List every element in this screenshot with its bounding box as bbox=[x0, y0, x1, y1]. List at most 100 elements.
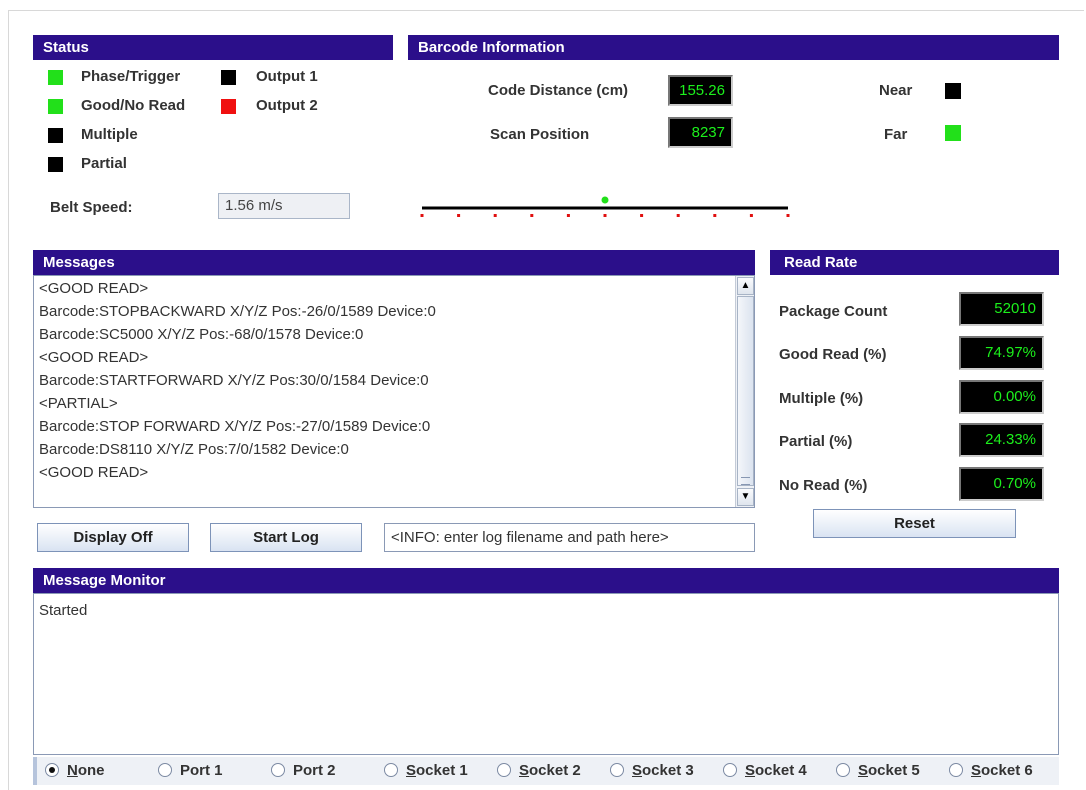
scan-track-tick bbox=[493, 214, 497, 217]
package-count-label: Package Count bbox=[779, 303, 888, 320]
partial-rate-value: 24.33% bbox=[959, 423, 1044, 457]
scan-track-tick bbox=[786, 214, 790, 217]
radio-socket-1[interactable]: Socket 1 bbox=[384, 762, 468, 782]
scan-track-tick bbox=[420, 214, 424, 217]
message-line: <GOOD READ> bbox=[39, 464, 149, 481]
radio-button-icon bbox=[497, 763, 511, 777]
radio-socket-2[interactable]: Socket 2 bbox=[497, 762, 581, 782]
radio-socket-3[interactable]: Socket 3 bbox=[610, 762, 694, 782]
message-monitor-header: Message Monitor bbox=[33, 568, 1059, 593]
scan-track-tick bbox=[640, 214, 644, 217]
scroll-down-arrow-icon[interactable]: ▼ bbox=[737, 488, 754, 506]
phase-trigger-led bbox=[48, 70, 63, 85]
belt-speed-label: Belt Speed: bbox=[50, 199, 133, 216]
good-no-read-label: Good/No Read bbox=[81, 97, 186, 114]
reset-button[interactable]: Reset bbox=[813, 509, 1016, 538]
good-read-value: 74.97% bbox=[959, 336, 1044, 370]
near-led bbox=[945, 83, 961, 99]
scan-track-tick bbox=[603, 214, 607, 217]
display-off-button[interactable]: Display Off bbox=[37, 523, 189, 552]
radio-socket-6-label: Socket 6 bbox=[971, 762, 1033, 779]
message-line: <PARTIAL> bbox=[39, 395, 118, 412]
read-rate-header: Read Rate bbox=[770, 250, 1059, 275]
partial-label: Partial bbox=[81, 155, 127, 172]
radio-socket-2-label: Socket 2 bbox=[519, 762, 581, 779]
scan-position-label: Scan Position bbox=[490, 126, 590, 143]
radio-port-2-label: Port 2 bbox=[293, 762, 336, 779]
radio-button-icon bbox=[723, 763, 737, 777]
output-1-led bbox=[221, 70, 236, 85]
radio-none[interactable]: None bbox=[45, 762, 105, 782]
barcode-info-header: Barcode Information bbox=[408, 35, 1059, 60]
no-read-rate-value: 0.70% bbox=[959, 467, 1044, 501]
messages-list: <GOOD READ> Barcode:STOPBACKWARD X/Y/Z Po… bbox=[34, 276, 754, 484]
message-line: <GOOD READ> bbox=[39, 349, 149, 366]
scroll-up-arrow-icon[interactable]: ▲ bbox=[737, 277, 754, 295]
scan-track-tick bbox=[457, 214, 461, 217]
radio-button-icon bbox=[949, 763, 963, 777]
code-distance-label: Code Distance (cm) bbox=[488, 82, 629, 99]
message-line: Barcode:STOP FORWARD X/Y/Z Pos:-27/0/158… bbox=[39, 418, 431, 435]
phase-trigger-label: Phase/Trigger bbox=[81, 68, 181, 85]
package-count-value: 52010 bbox=[959, 292, 1044, 326]
good-no-read-led bbox=[48, 99, 63, 114]
scan-track-tick bbox=[749, 214, 753, 217]
multiple-rate-value: 0.00% bbox=[959, 380, 1044, 414]
radio-socket-4-label: Socket 4 bbox=[745, 762, 807, 779]
output-2-label: Output 2 bbox=[256, 97, 318, 114]
near-label: Near bbox=[879, 82, 913, 99]
radio-button-icon bbox=[384, 763, 398, 777]
output-1-label: Output 1 bbox=[256, 68, 318, 85]
message-line: <GOOD READ> bbox=[39, 280, 149, 297]
scroll-grip-icon bbox=[741, 477, 750, 485]
message-line: Barcode:SC5000 X/Y/Z Pos:-68/0/1578 Devi… bbox=[39, 326, 364, 343]
radio-socket-6[interactable]: Socket 6 bbox=[949, 762, 1033, 782]
scan-track-tick bbox=[713, 214, 717, 217]
code-distance-value: 155.26 bbox=[668, 75, 733, 106]
radio-socket-1-label: Socket 1 bbox=[406, 762, 468, 779]
scan-track-tick bbox=[676, 214, 680, 217]
scan-position-value: 8237 bbox=[668, 117, 733, 148]
start-log-button[interactable]: Start Log bbox=[210, 523, 362, 552]
scan-track-tick bbox=[566, 214, 570, 217]
multiple-label: Multiple bbox=[81, 126, 138, 143]
monitor-status-text: Started bbox=[39, 602, 88, 619]
radio-socket-4[interactable]: Socket 4 bbox=[723, 762, 807, 782]
radio-socket-5[interactable]: Socket 5 bbox=[836, 762, 920, 782]
radio-button-icon bbox=[158, 763, 172, 777]
radio-port-1-label: Port 1 bbox=[180, 762, 223, 779]
far-led bbox=[945, 125, 961, 141]
messages-header: Messages bbox=[33, 250, 755, 275]
message-line: Barcode:STARTFORWARD X/Y/Z Pos:30/0/1584… bbox=[39, 372, 429, 389]
radio-button-icon bbox=[271, 763, 285, 777]
message-monitor-text[interactable]: Started bbox=[33, 593, 1059, 755]
radio-button-icon bbox=[610, 763, 624, 777]
radio-socket-5-label: Socket 5 bbox=[858, 762, 920, 779]
message-line: Barcode:STOPBACKWARD X/Y/Z Pos:-26/0/158… bbox=[39, 303, 436, 320]
message-line: Barcode:DS8110 X/Y/Z Pos:7/0/1582 Device… bbox=[39, 441, 349, 458]
partial-led bbox=[48, 157, 63, 172]
output-2-led bbox=[221, 99, 236, 114]
monitor-source-selector: None Port 1 Port 2 Socket 1 Socket 2 Soc… bbox=[33, 757, 1059, 785]
scan-track-tick bbox=[530, 214, 534, 217]
scroll-thumb[interactable] bbox=[737, 296, 754, 486]
messages-log[interactable]: <GOOD READ> Barcode:STOPBACKWARD X/Y/Z Po… bbox=[33, 275, 755, 508]
good-read-label: Good Read (%) bbox=[779, 346, 887, 363]
messages-scrollbar[interactable]: ▲ ▼ bbox=[735, 276, 754, 507]
scan-position-track bbox=[420, 196, 790, 217]
partial-rate-label: Partial (%) bbox=[779, 433, 853, 450]
status-header: Status bbox=[33, 35, 393, 60]
radio-none-label: None bbox=[67, 762, 105, 779]
radio-button-icon bbox=[45, 763, 59, 777]
far-label: Far bbox=[884, 126, 908, 143]
multiple-rate-label: Multiple (%) bbox=[779, 390, 864, 407]
radio-port-1[interactable]: Port 1 bbox=[158, 762, 223, 782]
scan-track-ticks bbox=[420, 214, 790, 217]
radio-socket-3-label: Socket 3 bbox=[632, 762, 694, 779]
scan-position-marker bbox=[601, 196, 609, 204]
radio-button-icon bbox=[836, 763, 850, 777]
no-read-rate-label: No Read (%) bbox=[779, 477, 868, 494]
radio-port-2[interactable]: Port 2 bbox=[271, 762, 336, 782]
multiple-led bbox=[48, 128, 63, 143]
log-path-input[interactable] bbox=[384, 523, 755, 552]
